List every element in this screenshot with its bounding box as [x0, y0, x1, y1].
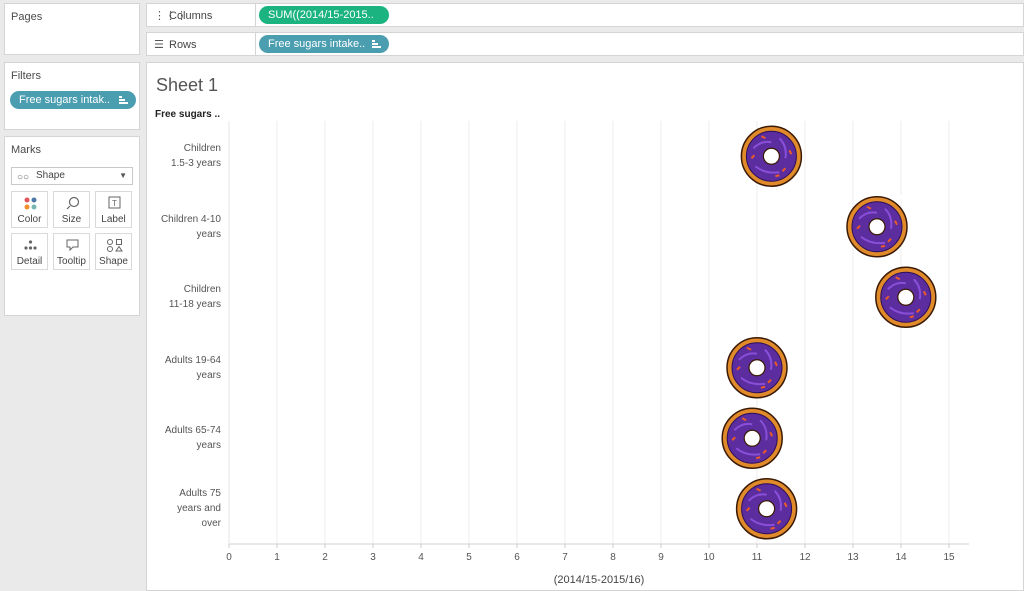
- label-button[interactable]: T Label: [95, 191, 132, 228]
- columns-shelf[interactable]: SUM((2014/15-2015..: [255, 3, 1024, 27]
- shape-icon: [107, 239, 123, 252]
- donut-mark[interactable]: [735, 476, 798, 540]
- columns-label: Columns: [169, 10, 213, 22]
- rows-icon: ☰: [154, 39, 164, 51]
- chart: 0 1 2 3 4 5 6 7 8 9 10 11 12 13 14 15(2014/15-2015/16): [226, 121, 969, 586]
- chevron-down-icon: ▼: [119, 171, 127, 180]
- rows-pill-label: Free sugars intake..: [268, 38, 366, 50]
- color-button[interactable]: Color: [11, 191, 48, 228]
- shape-button-label: Shape: [99, 256, 128, 267]
- rows-label: Rows: [169, 39, 197, 51]
- donut-mark[interactable]: [721, 406, 783, 469]
- x-tick-label: 5: [466, 552, 472, 563]
- donut-mark[interactable]: [726, 335, 788, 399]
- shape-button[interactable]: Shape: [95, 233, 132, 270]
- mark-type-label: Shape: [36, 170, 65, 181]
- size-icon: [66, 196, 80, 210]
- columns-pill[interactable]: SUM((2014/15-2015..: [259, 6, 389, 24]
- sort-icon: [119, 96, 128, 104]
- tooltip-button[interactable]: Tooltip: [53, 233, 90, 270]
- pages-card[interactable]: Pages: [4, 3, 140, 55]
- label-icon: T: [108, 196, 121, 209]
- shape-icon: ○○: [17, 172, 30, 183]
- x-tick-label: 12: [799, 552, 811, 563]
- rows-pill[interactable]: Free sugars intake..: [259, 35, 389, 53]
- marks-card: Marks ○○ Shape ▼ Color Size T Label Deta…: [4, 136, 140, 316]
- size-button[interactable]: Size: [53, 191, 90, 228]
- tooltip-button-label: Tooltip: [57, 256, 86, 267]
- label-button-label: Label: [101, 214, 126, 225]
- donut-mark[interactable]: [846, 194, 908, 258]
- x-axis-title: (2014/15-2015/16): [554, 574, 645, 586]
- sort-icon: [372, 40, 381, 48]
- rows-shelf-label: ☰ Rows: [146, 32, 256, 56]
- rows-shelf[interactable]: Free sugars intake..: [255, 32, 1024, 56]
- x-tick-label: 15: [943, 552, 955, 563]
- x-tick-label: 9: [658, 552, 664, 563]
- filters-card-title: Filters: [11, 70, 41, 82]
- x-tick-label: 13: [847, 552, 859, 563]
- x-tick-label: 3: [370, 552, 376, 563]
- x-tick-label: 1: [274, 552, 280, 563]
- detail-button[interactable]: Detail: [11, 233, 48, 270]
- x-tick-label: 0: [226, 552, 232, 563]
- donut-mark[interactable]: [740, 124, 803, 187]
- filters-card: Filters Free sugars intak..: [4, 62, 140, 130]
- columns-shelf-label: ⋮⋮⋮ Columns: [146, 3, 256, 27]
- x-tick-label: 2: [322, 552, 328, 563]
- x-tick-label: 14: [895, 552, 907, 563]
- tooltip-icon: [66, 239, 79, 252]
- x-tick-label: 10: [703, 552, 715, 563]
- pages-card-title: Pages: [11, 11, 43, 23]
- filter-pill-free-sugars[interactable]: Free sugars intak..: [10, 91, 136, 109]
- detail-button-label: Detail: [16, 256, 43, 267]
- marks-card-title: Marks: [11, 144, 41, 156]
- x-tick-label: 6: [514, 552, 520, 563]
- x-tick-label: 11: [752, 552, 763, 563]
- worksheet-view: Sheet 1 Free sugars .. Children 1.5-3 yea…: [146, 62, 1024, 591]
- color-dots-icon: [24, 197, 37, 210]
- color-button-label: Color: [17, 214, 42, 225]
- x-tick-label: 8: [610, 552, 616, 563]
- x-tick-label: 4: [418, 552, 424, 563]
- columns-pill-label: SUM((2014/15-2015..: [268, 9, 374, 21]
- detail-icon: [24, 240, 37, 250]
- donut-mark[interactable]: [875, 265, 937, 328]
- size-button-label: Size: [61, 214, 82, 225]
- filter-pill-label: Free sugars intak..: [19, 94, 111, 106]
- svg-text:T: T: [112, 199, 117, 208]
- mark-type-dropdown[interactable]: ○○ Shape ▼: [11, 167, 133, 185]
- x-tick-label: 7: [562, 552, 568, 563]
